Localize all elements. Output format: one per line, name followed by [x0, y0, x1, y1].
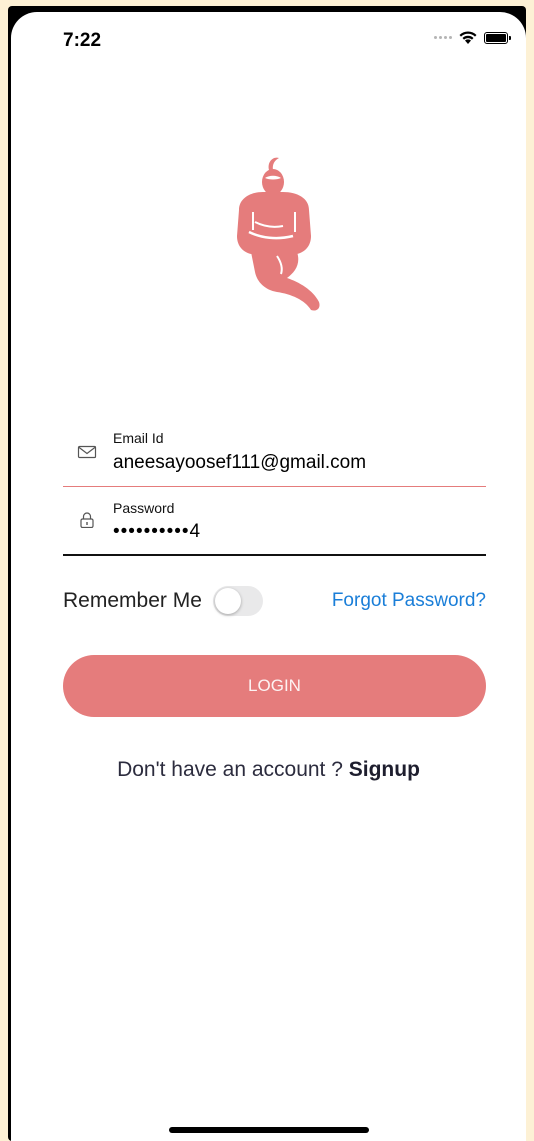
envelope-icon	[77, 445, 97, 459]
email-input[interactable]: aneesayoosef111@gmail.com	[113, 452, 366, 474]
cellular-signal-icon	[434, 36, 452, 39]
remember-row: Remember Me Forgot Password?	[63, 586, 486, 618]
toggle-knob	[215, 588, 241, 614]
battery-icon	[484, 31, 511, 44]
home-indicator[interactable]	[169, 1127, 369, 1133]
status-time: 7:22	[63, 30, 102, 51]
remember-me-label: Remember Me	[63, 589, 202, 612]
signup-row: Don't have an account ? Signup	[11, 758, 526, 782]
login-screen: 7:22 Email Id aneesayoosef111@gmail.com …	[11, 12, 526, 1141]
password-label: Password	[113, 500, 175, 516]
login-button[interactable]: LOGIN	[63, 655, 486, 717]
email-label: Email Id	[113, 430, 164, 446]
status-icons	[434, 30, 511, 45]
lock-icon	[80, 512, 94, 528]
email-field[interactable]: Email Id aneesayoosef111@gmail.com	[63, 424, 486, 487]
genie-logo	[237, 157, 320, 311]
signup-prompt: Don't have an account ?	[117, 758, 349, 781]
password-field[interactable]: Password ••••••••••4	[63, 496, 486, 556]
wifi-icon	[459, 31, 477, 44]
signup-link[interactable]: Signup	[349, 758, 420, 781]
remember-me-toggle[interactable]	[213, 586, 263, 616]
password-input[interactable]: ••••••••••4	[113, 521, 201, 543]
forgot-password-link[interactable]: Forgot Password?	[332, 590, 486, 612]
